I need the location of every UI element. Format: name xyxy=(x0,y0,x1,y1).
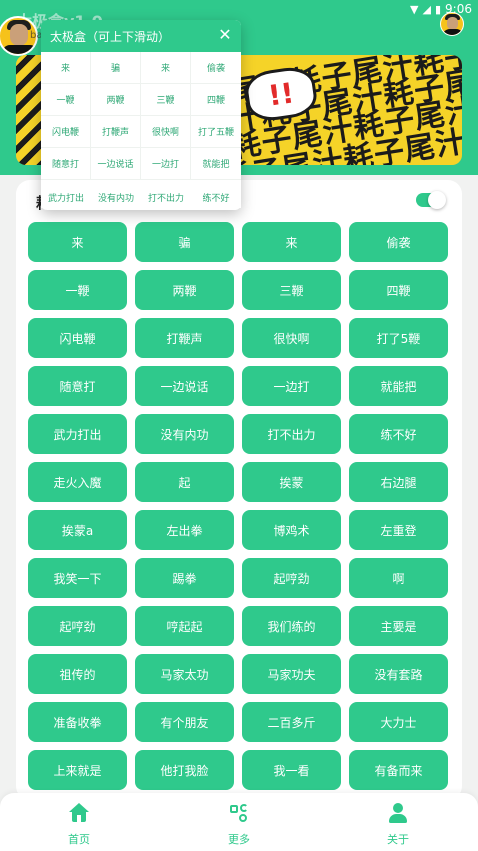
floating-panel-item[interactable]: 四鞭 xyxy=(191,84,241,116)
nav-more[interactable]: 更多 xyxy=(209,803,269,847)
floating-panel-grid: 来骗来偷袭 一鞭 两鞭 三鞭 四鞭 闪电鞭 打鞭声 很快啊 打了五鞭 随意打 一边说话 一边打 就能把 xyxy=(41,52,241,180)
status-bar: 太极盒v1.0 ▼ ◢ ▮ 9:06 xyxy=(0,0,478,31)
floating-panel-item[interactable]: 两鞭 xyxy=(91,84,141,116)
sound-button[interactable]: 挨蒙 xyxy=(242,462,341,502)
sound-button[interactable]: 哼起起 xyxy=(135,606,234,646)
floating-panel-item[interactable]: 一鞭 xyxy=(41,84,91,116)
floating-panel-item[interactable]: 就能把 xyxy=(191,148,241,180)
floating-panel-item[interactable]: 闪电鞭 xyxy=(41,116,91,148)
sound-button[interactable]: 来 xyxy=(28,222,127,262)
sound-button[interactable]: 我笑一下 xyxy=(28,558,127,598)
sound-button[interactable]: 博鸡术 xyxy=(242,510,341,550)
nav-home-label: 首页 xyxy=(68,833,90,846)
floating-panel-title: 太极盒（可上下滑动） xyxy=(50,29,171,44)
sound-button[interactable]: 有备而来 xyxy=(349,750,448,790)
floating-panel-item[interactable]: 打不出力 xyxy=(141,186,191,208)
sound-button[interactable]: 踢拳 xyxy=(135,558,234,598)
floating-panel-extra-row: 武力打出 没有内功 打不出力 练不好 xyxy=(41,186,241,208)
sound-button[interactable]: 打了5鞭 xyxy=(349,318,448,358)
floating-panel-item[interactable]: 随意打 xyxy=(41,148,91,180)
floating-panel-item[interactable]: 三鞭 xyxy=(141,84,191,116)
sound-button[interactable]: 来 xyxy=(242,222,341,262)
avatar-face xyxy=(10,24,28,46)
nav-more-label: 更多 xyxy=(228,833,250,846)
sound-button[interactable]: 练不好 xyxy=(349,414,448,454)
sound-button[interactable]: 打不出力 xyxy=(242,414,341,454)
bottom-nav: 首页 更多 关于 xyxy=(0,793,478,851)
sound-button[interactable]: 起 xyxy=(135,462,234,502)
sound-button[interactable]: 没有套路 xyxy=(349,654,448,694)
sound-button[interactable]: 左出拳 xyxy=(135,510,234,550)
floating-panel-item[interactable]: 武力打出 xyxy=(41,186,91,208)
banner-stripe xyxy=(16,55,44,165)
floating-panel-item[interactable]: 偷袭 xyxy=(191,52,241,84)
nav-about-label: 关于 xyxy=(387,833,409,846)
mode-toggle[interactable] xyxy=(416,191,446,209)
sound-button-grid: 来骗来偷袭 一鞭 两鞭 三鞭 四鞭 闪电鞭 打鞭声 很快啊 打了5鞭 随意打 一边说话 一边打 就能把武… xyxy=(28,222,450,790)
sound-button[interactable]: 左重登 xyxy=(349,510,448,550)
sound-button[interactable]: 一边说话 xyxy=(135,366,234,406)
floating-panel-header[interactable]: 太极盒（可上下滑动） ✕ xyxy=(41,20,241,52)
user-icon xyxy=(387,803,409,825)
floating-panel: 太极盒（可上下滑动） ✕ 来骗来偷袭 一鞭 两鞭 三鞭 四鞭 闪电鞭 打鞭声 很快啊 打了五鞭随… xyxy=(41,20,241,210)
toggle-knob xyxy=(428,191,446,209)
sound-button[interactable]: 他打我脸 xyxy=(135,750,234,790)
battery-icon: ▮ xyxy=(434,2,442,16)
sound-button[interactable]: 两鞭 xyxy=(135,270,234,310)
floating-panel-item[interactable]: 骗 xyxy=(91,52,141,84)
floating-panel-item[interactable]: 打了五鞭 xyxy=(191,116,241,148)
status-icons: ▼ ◢ ▮ 9:06 xyxy=(410,2,472,16)
sound-button[interactable]: 就能把 xyxy=(349,366,448,406)
sound-button[interactable]: 二百多斤 xyxy=(242,702,341,742)
floating-panel-item[interactable]: 打鞭声 xyxy=(91,116,141,148)
floating-panel-item[interactable]: 很快啊 xyxy=(141,116,191,148)
sound-button[interactable]: 马家太功 xyxy=(135,654,234,694)
sound-button[interactable]: 随意打 xyxy=(28,366,127,406)
signal-icon: ◢ xyxy=(422,2,431,16)
floating-panel-item[interactable]: 来 xyxy=(41,52,91,84)
floating-panel-item[interactable]: 没有内功 xyxy=(91,186,141,208)
floating-panel-item[interactable]: 练不好 xyxy=(191,186,241,208)
sound-button[interactable]: 啊 xyxy=(349,558,448,598)
floating-panel-item[interactable]: 一边打 xyxy=(141,148,191,180)
floating-panel-item[interactable]: 来 xyxy=(141,52,191,84)
sound-button[interactable]: 闪电鞭 xyxy=(28,318,127,358)
profile-avatar[interactable] xyxy=(440,12,464,36)
sound-button[interactable]: 右边腿 xyxy=(349,462,448,502)
sound-button[interactable]: 三鞭 xyxy=(242,270,341,310)
sound-button[interactable]: 一边打 xyxy=(242,366,341,406)
sound-button[interactable]: 挨蒙a xyxy=(28,510,127,550)
nav-about[interactable]: 关于 xyxy=(368,803,428,847)
nav-home[interactable]: 首页 xyxy=(49,803,109,847)
sound-button[interactable]: 上来就是 xyxy=(28,750,127,790)
sound-button[interactable]: 准备收拳 xyxy=(28,702,127,742)
sound-button[interactable]: 我一看 xyxy=(242,750,341,790)
sound-button[interactable]: 我们练的 xyxy=(242,606,341,646)
close-icon[interactable]: ✕ xyxy=(217,27,233,43)
more-icon xyxy=(228,803,250,825)
sound-button[interactable]: 偷袭 xyxy=(349,222,448,262)
home-icon xyxy=(68,803,90,825)
sound-button[interactable]: 没有内功 xyxy=(135,414,234,454)
sound-button[interactable]: 骗 xyxy=(135,222,234,262)
sound-button[interactable]: 祖传的 xyxy=(28,654,127,694)
sound-button[interactable]: 起哼劲 xyxy=(28,606,127,646)
sound-button[interactable]: 有个朋友 xyxy=(135,702,234,742)
avatar-shirt xyxy=(442,29,463,35)
sound-button[interactable]: 马家功夫 xyxy=(242,654,341,694)
sound-button[interactable]: 武力打出 xyxy=(28,414,127,454)
sound-button[interactable]: 主要是 xyxy=(349,606,448,646)
floating-panel-item[interactable]: 一边说话 xyxy=(91,148,141,180)
sound-button[interactable]: 起哼劲 xyxy=(242,558,341,598)
sound-button[interactable]: 大力士 xyxy=(349,702,448,742)
sound-button[interactable]: 很快啊 xyxy=(242,318,341,358)
sound-button[interactable]: 四鞭 xyxy=(349,270,448,310)
sound-button[interactable]: 打鞭声 xyxy=(135,318,234,358)
sound-button[interactable]: 走火入魔 xyxy=(28,462,127,502)
wifi-icon: ▼ xyxy=(410,2,419,16)
main-panel: 耗 来骗来偷袭一鞭两鞭三鞭四鞭闪电鞭打鞭声很快啊打了5鞭随意打一边说话一边打就能… xyxy=(16,180,462,800)
sound-button[interactable]: 一鞭 xyxy=(28,270,127,310)
